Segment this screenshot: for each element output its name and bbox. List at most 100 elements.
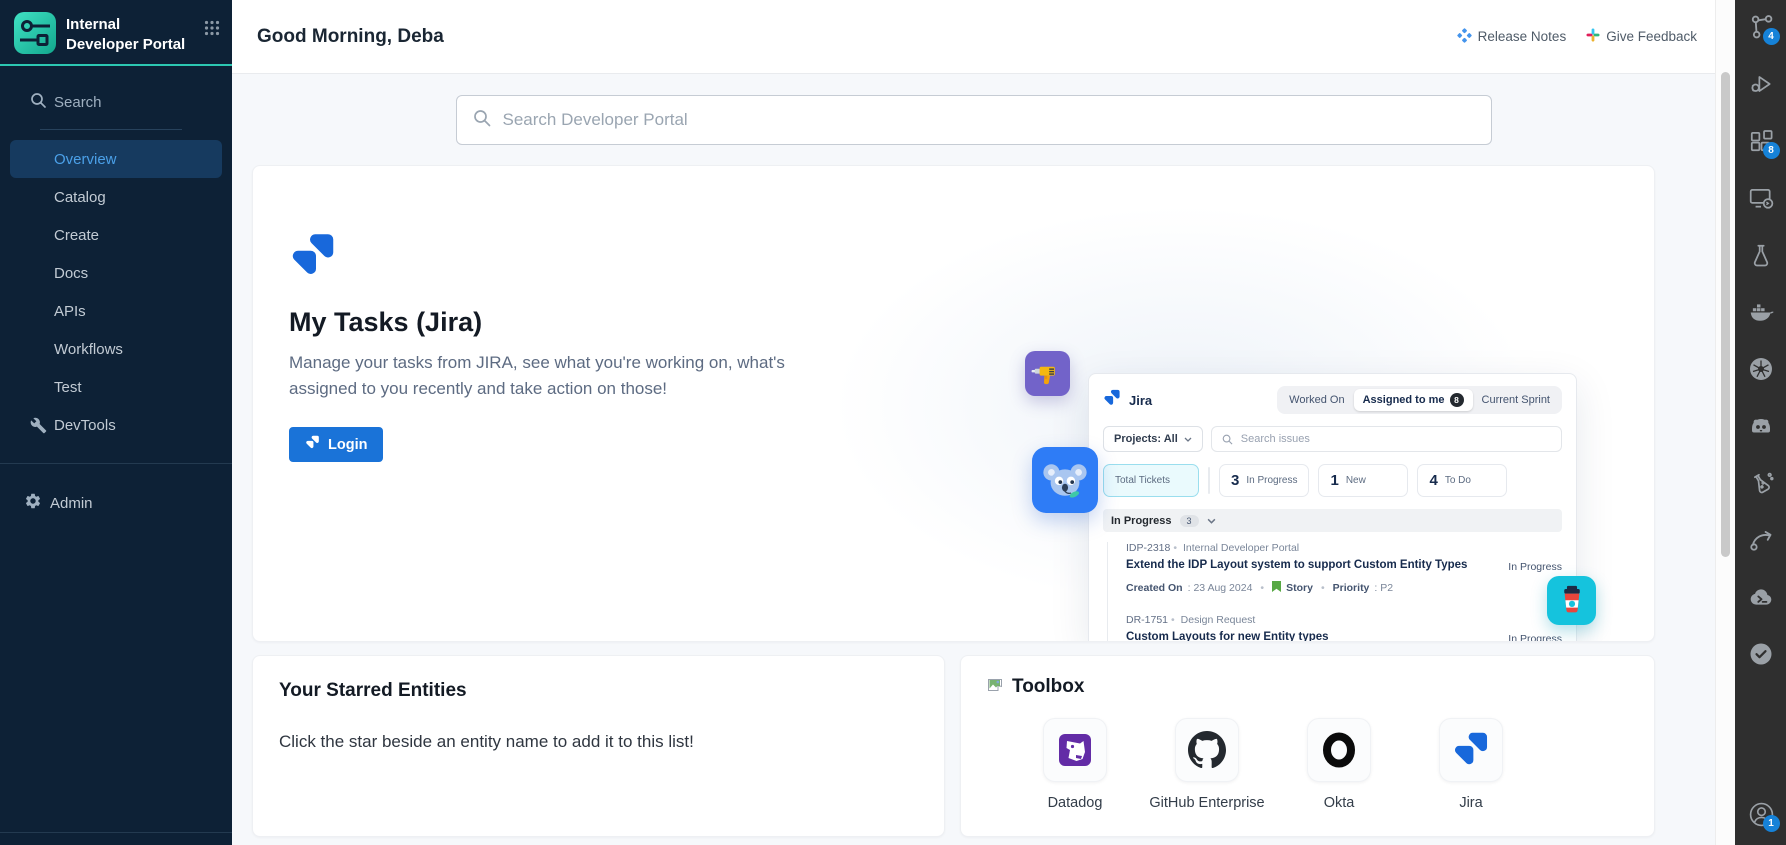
search-icon <box>30 92 47 113</box>
group-count-badge: 3 <box>1180 515 1199 527</box>
jira-preview-image: Jira Worked On Assigned to me 8 Current … <box>1088 373 1577 642</box>
issue-row: DR-1751• Design Request Custom Layouts f… <box>1126 614 1562 642</box>
page-title: Good Morning, Deba <box>257 26 444 48</box>
header-links: Release Notes Give Feedback <box>1457 28 1697 46</box>
scrollbar-track[interactable] <box>1715 0 1735 845</box>
issue-status: In Progress <box>1508 561 1562 573</box>
right-toolbar: 4 8 <box>1735 0 1786 845</box>
my-tasks-jira-card: My Tasks (Jira) Manage your tasks from J… <box>252 165 1655 642</box>
slack-icon <box>1586 28 1600 45</box>
github-logo-icon <box>1175 718 1239 782</box>
graph-icon[interactable]: 4 <box>1748 14 1774 40</box>
apps-grid-icon[interactable] <box>204 20 220 41</box>
extensions-badge: 8 <box>1763 142 1780 159</box>
hero-text-block: My Tasks (Jira) Manage your tasks from J… <box>289 232 829 462</box>
account-badge: 1 <box>1763 815 1780 832</box>
tab-worked-on: Worked On <box>1280 390 1353 410</box>
tool-okta[interactable]: Okta <box>1273 718 1405 811</box>
portal-logo-icon[interactable] <box>14 12 56 54</box>
portal-search-input[interactable] <box>503 110 1475 130</box>
tool-datadog[interactable]: Datadog <box>1009 718 1141 811</box>
sidebar-item-admin[interactable]: Admin <box>0 484 232 522</box>
chemistry-icon[interactable] <box>1748 470 1774 496</box>
main-area: Good Morning, Deba Release Notes <box>232 0 1715 845</box>
gear-icon <box>24 492 42 514</box>
top-header: Good Morning, Deba Release Notes <box>232 0 1715 74</box>
remote-monitor-icon[interactable] <box>1748 185 1774 211</box>
projects-filter-dropdown: Projects: All <box>1103 426 1203 452</box>
admin-label: Admin <box>50 495 93 512</box>
hero-title: My Tasks (Jira) <box>289 307 829 338</box>
release-notes-link[interactable]: Release Notes <box>1457 28 1567 46</box>
sidebar-item-test[interactable]: Test <box>10 368 222 406</box>
wrench-icon <box>30 417 47 434</box>
sidebar-item-devtools[interactable]: DevTools <box>10 406 222 444</box>
sidebar: Internal Developer Portal Search Overvie… <box>0 0 232 845</box>
preview-tabs: Worked On Assigned to me 8 Current Sprin… <box>1277 386 1562 414</box>
toolbox-title: Toolbox <box>1012 676 1084 698</box>
hero-description: Manage your tasks from JIRA, see what yo… <box>289 350 804 401</box>
drill-sticker-icon <box>1025 351 1070 396</box>
cloud-shell-icon[interactable] <box>1748 584 1774 610</box>
toolbox-tools: Datadog GitHub Enterprise <box>1009 718 1628 811</box>
story-bookmark-icon <box>1272 581 1281 595</box>
coffee-sticker-icon <box>1547 576 1596 625</box>
starred-entities-title: Your Starred Entities <box>279 680 918 702</box>
stats-row: Total Tickets 3 In Progress 1 New 4 <box>1103 464 1562 497</box>
portal-search-box[interactable] <box>456 95 1492 145</box>
sidebar-item-create[interactable]: Create <box>10 216 222 254</box>
stat-new: 1 New <box>1318 464 1408 497</box>
preview-app-name: Jira <box>1129 393 1152 408</box>
stat-in-progress: 3 In Progress <box>1219 464 1309 497</box>
starred-empty-message: Click the star beside an entity name to … <box>279 732 918 752</box>
login-button[interactable]: Login <box>289 427 383 462</box>
release-notes-icon <box>1457 28 1472 46</box>
divider <box>0 463 232 464</box>
issue-status: In Progress <box>1508 633 1562 642</box>
issues-list: IDP-2318• Internal Developer Portal Exte… <box>1107 542 1562 642</box>
issue-row: IDP-2318• Internal Developer Portal Exte… <box>1126 542 1562 595</box>
account-icon[interactable]: 1 <box>1748 801 1774 827</box>
datadog-logo-icon <box>1043 718 1107 782</box>
sidebar-item-apis[interactable]: APIs <box>10 292 222 330</box>
in-progress-group-header: In Progress 3 <box>1103 509 1562 532</box>
search-icon <box>473 109 491 132</box>
docker-icon[interactable] <box>1748 299 1774 325</box>
okta-logo-icon <box>1307 718 1371 782</box>
starred-entities-card: Your Starred Entities Click the star bes… <box>252 655 945 837</box>
sidebar-item-overview[interactable]: Overview <box>10 140 222 178</box>
tool-jira[interactable]: Jira <box>1405 718 1537 811</box>
divider <box>0 832 232 833</box>
sidebar-item-workflows[interactable]: Workflows <box>10 330 222 368</box>
extensions-icon[interactable]: 8 <box>1748 128 1774 154</box>
sidebar-search[interactable]: Search <box>0 66 232 129</box>
bot-icon[interactable] <box>1748 413 1774 439</box>
redirect-arrow-icon[interactable] <box>1748 527 1774 553</box>
scrollbar-thumb[interactable] <box>1721 72 1730 557</box>
sidebar-item-catalog[interactable]: Catalog <box>10 178 222 216</box>
issue-title: Custom Layouts for new Entity types <box>1126 631 1496 642</box>
sidebar-search-label: Search <box>54 94 102 111</box>
check-circle-icon[interactable] <box>1748 641 1774 667</box>
jira-logo-icon <box>305 435 320 454</box>
stat-total-tickets: Total Tickets <box>1103 464 1199 497</box>
broken-image-icon <box>987 677 1003 698</box>
jira-logo-icon <box>289 267 337 284</box>
flask-icon[interactable] <box>1748 242 1774 268</box>
kubernetes-icon[interactable] <box>1748 356 1774 382</box>
toolbox-card: Toolbox Dat <box>960 655 1655 837</box>
koala-sticker-icon <box>1032 447 1098 513</box>
tab-assigned-to-me: Assigned to me 8 <box>1354 389 1473 411</box>
give-feedback-link[interactable]: Give Feedback <box>1586 28 1697 45</box>
sidebar-item-docs[interactable]: Docs <box>10 254 222 292</box>
issues-search-box: Search issues <box>1211 426 1562 452</box>
app-window: Internal Developer Portal Search Overvie… <box>0 0 1786 845</box>
jira-logo-icon <box>1103 389 1121 412</box>
tool-github-enterprise[interactable]: GitHub Enterprise <box>1141 718 1273 811</box>
graph-badge: 4 <box>1763 28 1780 45</box>
stat-to-do: 4 To Do <box>1417 464 1507 497</box>
issue-title: Extend the IDP Layout system to support … <box>1126 559 1496 571</box>
divider <box>1208 467 1210 494</box>
sidebar-header: Internal Developer Portal <box>0 0 232 64</box>
debug-icon[interactable] <box>1748 71 1774 97</box>
